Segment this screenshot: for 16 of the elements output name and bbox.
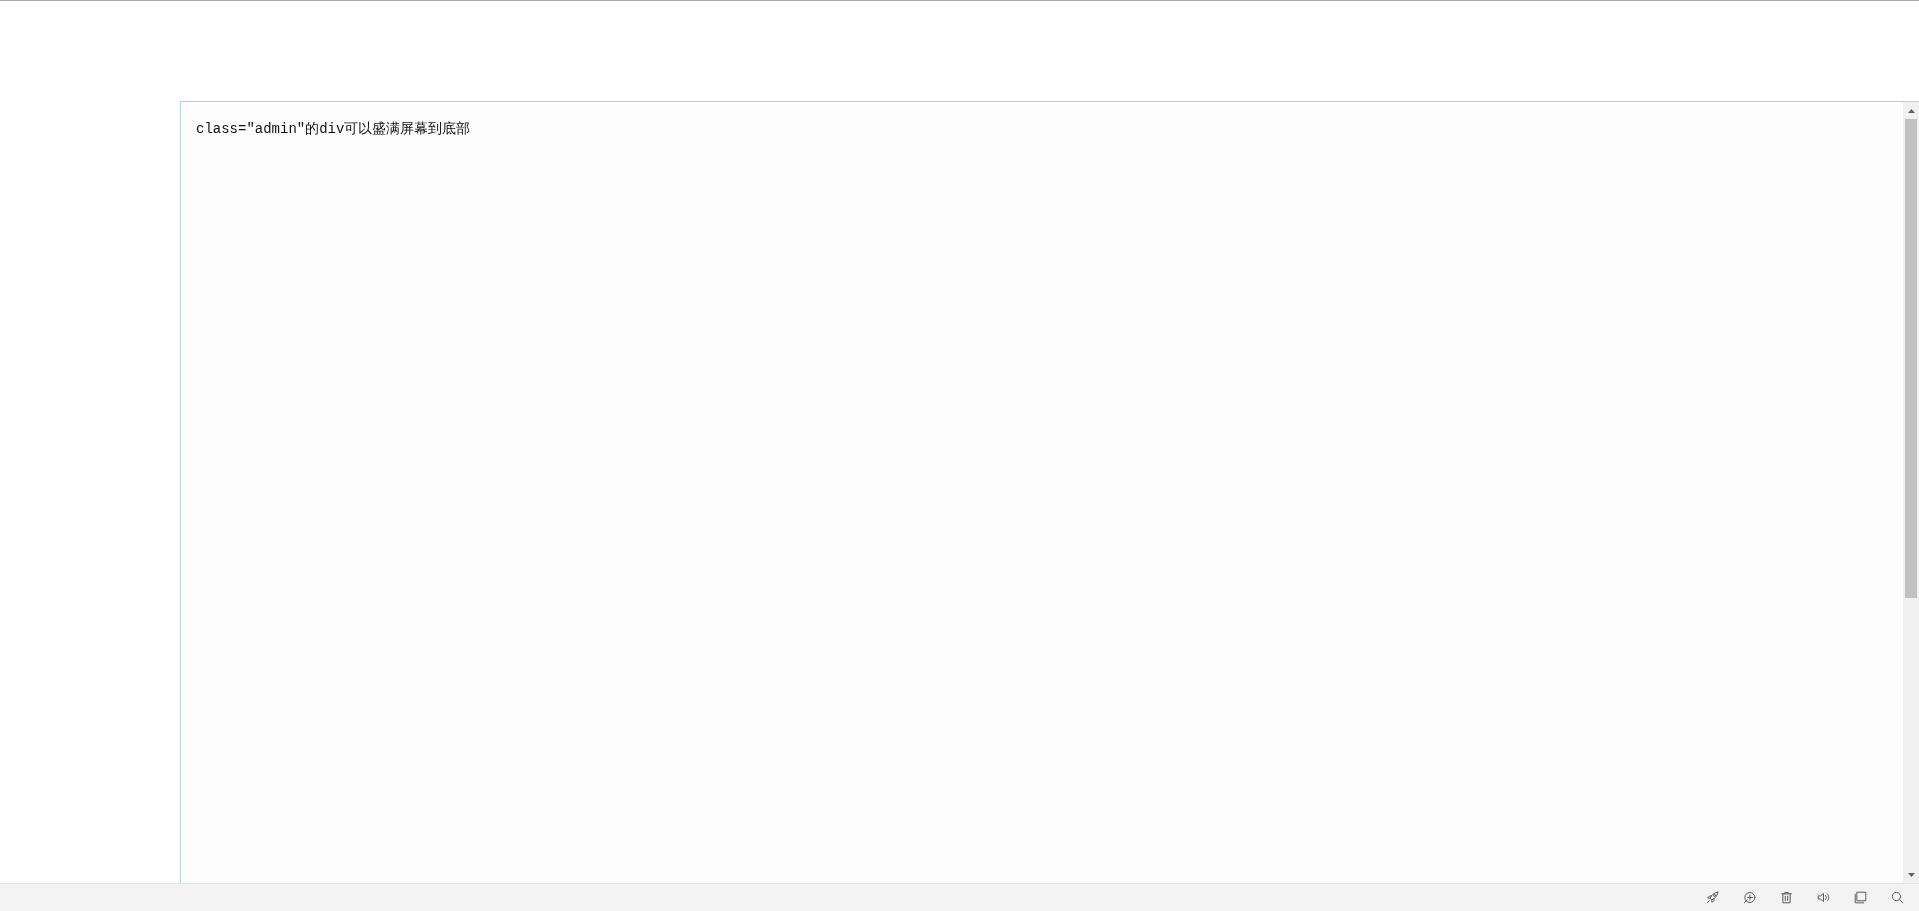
circle-plus-icon [1742,891,1756,904]
window-button[interactable] [1852,889,1868,906]
scrollbar-track[interactable] [1903,102,1919,883]
scrollbar-thumb[interactable] [1905,119,1917,598]
rocket-button[interactable] [1704,889,1720,906]
triangle-down-icon [1907,872,1915,877]
window-icon [1853,891,1867,904]
triangle-up-icon [1907,108,1915,113]
search-icon [1890,891,1904,904]
search-button[interactable] [1889,889,1905,906]
trash-icon [1779,891,1793,904]
rocket-icon [1705,891,1719,904]
frame-text: class="admin"的div可以盛满屏幕到底部 [196,121,471,137]
delete-button[interactable] [1778,889,1794,906]
add-button[interactable] [1741,889,1757,906]
speaker-icon [1816,891,1830,904]
